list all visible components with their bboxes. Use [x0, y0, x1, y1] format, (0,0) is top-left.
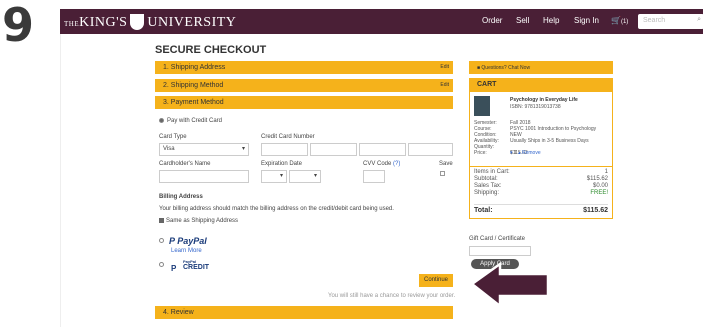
nav-cart[interactable]: 🛒(1): [611, 16, 628, 25]
step-label: 1. Shipping Address: [163, 64, 226, 71]
remove-link[interactable]: Remove: [522, 150, 541, 156]
book-isbn: ISBN: 9781319013738: [510, 104, 561, 110]
gift-card-label: Gift Card / Certificate: [469, 236, 526, 242]
page-title: SECURE CHECKOUT: [155, 44, 267, 56]
card-number-field-2[interactable]: [310, 143, 357, 156]
step-review[interactable]: 4. Review: [155, 306, 453, 319]
detail-label: Price:: [474, 150, 487, 156]
pointer-arrow-icon: [470, 262, 550, 309]
summary-label: Sales Tax:: [474, 183, 502, 189]
continue-button[interactable]: Continue: [419, 274, 453, 287]
checkbox-icon: [159, 218, 164, 223]
step-shipping-address[interactable]: 1. Shipping Address Edit: [155, 61, 453, 74]
qty-down-icon[interactable]: ▾: [510, 150, 513, 156]
search-icon: ⌕: [697, 16, 701, 23]
chat-bar[interactable]: ■ Questions? Chat Now: [469, 61, 613, 74]
summary-value: 1: [604, 169, 608, 175]
summary-value: $0.00: [592, 183, 608, 189]
paypal-credit-radio[interactable]: [159, 262, 167, 268]
step-payment-method[interactable]: 3. Payment Method: [155, 96, 453, 109]
search-placeholder: Search: [643, 17, 666, 24]
step-number: 9: [2, 0, 35, 52]
cvv-help-link[interactable]: (?): [393, 161, 400, 167]
qty-value: 1: [513, 150, 517, 156]
total-label: Total:: [474, 207, 493, 214]
qty-controls[interactable]: ▾ 1 ▴ Remove: [510, 150, 541, 156]
paypal-credit-p-icon: P: [171, 264, 177, 273]
radio-icon: [159, 262, 164, 267]
paypal-text: PayPal: [177, 236, 207, 246]
cart-panel: Psychology in Everyday Life ISBN: 978131…: [469, 91, 613, 219]
cvv-input[interactable]: [363, 170, 385, 183]
card-type-value: Visa: [163, 146, 175, 152]
logo-university: UNIVERSITY: [147, 15, 237, 30]
paypal-credit-logo[interactable]: P PayPal CREDIT: [171, 258, 209, 276]
paypal-p-icon: P: [169, 236, 175, 246]
cart-icon: 🛒: [611, 16, 621, 25]
same-as-shipping-checkbox[interactable]: Same as Shipping Address: [159, 218, 238, 224]
top-nav-bar: THEKING'S UNIVERSITY Order Sell Help Sign…: [60, 9, 703, 34]
logo-the: THE: [64, 20, 80, 28]
gift-card-input[interactable]: [469, 246, 531, 256]
exp-month-select[interactable]: [261, 170, 287, 183]
summary-label: Subtotal:: [474, 176, 498, 182]
radio-icon: [159, 238, 164, 243]
chat-label: Questions? Chat Now: [481, 65, 531, 71]
card-number-field-1[interactable]: [261, 143, 308, 156]
card-number-field-4[interactable]: [408, 143, 453, 156]
search-input[interactable]: Search ⌕: [638, 14, 703, 29]
billing-note: Your billing address should match the bi…: [159, 206, 394, 212]
pay-credit-radio[interactable]: Pay with Credit Card: [159, 118, 222, 124]
card-number-label: Credit Card Number: [261, 134, 315, 140]
step-label: 3. Payment Method: [163, 99, 224, 106]
cart-title-bar: CART: [469, 78, 613, 91]
paypal-logo[interactable]: P PayPal: [169, 236, 207, 246]
exp-year-select[interactable]: [289, 170, 321, 183]
cardholder-label: Cardholder's Name: [159, 161, 211, 167]
detail-value: Usually Ships in 3-5 Business Days: [510, 138, 589, 144]
total-divider: [474, 204, 608, 205]
card-type-select[interactable]: Visa: [159, 143, 249, 156]
university-logo[interactable]: THEKING'S UNIVERSITY: [64, 14, 236, 31]
nav-sign-in[interactable]: Sign In: [574, 16, 599, 25]
cart-count: (1): [620, 19, 629, 25]
shield-icon: [130, 14, 145, 30]
total-value: $115.62: [583, 207, 608, 214]
paypal-credit-big: CREDIT: [183, 264, 210, 271]
cart-divider: [470, 166, 612, 167]
summary-value: FREE!: [590, 190, 608, 196]
paypal-learn-more[interactable]: Learn More: [171, 248, 202, 254]
expiration-label: Expiration Date: [261, 161, 303, 167]
review-note: You will still have a chance to review y…: [328, 293, 456, 299]
same-as-shipping-label: Same as Shipping Address: [166, 218, 239, 225]
pay-credit-label: Pay with Credit Card: [167, 118, 223, 125]
card-number-field-3[interactable]: [359, 143, 406, 156]
nav-order[interactable]: Order: [482, 16, 502, 25]
save-label: Save: [439, 161, 453, 167]
book-thumbnail: [474, 96, 490, 116]
billing-title: Billing Address: [159, 194, 203, 200]
step-label: 2. Shipping Method: [163, 82, 224, 89]
edit-link[interactable]: Edit: [440, 82, 449, 88]
cvv-text: CVV Code: [363, 161, 392, 167]
summary-label: Items in Cart:: [474, 169, 510, 175]
cardholder-input[interactable]: [159, 170, 249, 183]
radio-icon: [159, 118, 164, 123]
step-shipping-method[interactable]: 2. Shipping Method Edit: [155, 79, 453, 92]
book-title: Psychology in Everyday Life: [510, 97, 578, 103]
detail-value: PSYC 1001 Introduction to Psychology: [510, 126, 597, 132]
card-type-label: Card Type: [159, 134, 187, 140]
cvv-label: CVV Code (?): [363, 161, 400, 167]
qty-up-icon[interactable]: ▴: [518, 150, 521, 156]
edit-link[interactable]: Edit: [440, 64, 449, 70]
checkout-content: SECURE CHECKOUT 1. Shipping Address Edit …: [60, 34, 703, 327]
logo-kings: KING'S: [79, 15, 128, 30]
summary-value: $115.62: [586, 176, 608, 182]
nav-help[interactable]: Help: [543, 16, 559, 25]
nav-sell[interactable]: Sell: [516, 16, 529, 25]
paypal-radio[interactable]: [159, 238, 167, 244]
summary-label: Shipping:: [474, 190, 500, 196]
step-label: 4. Review: [163, 309, 194, 316]
save-checkbox[interactable]: [440, 171, 445, 176]
